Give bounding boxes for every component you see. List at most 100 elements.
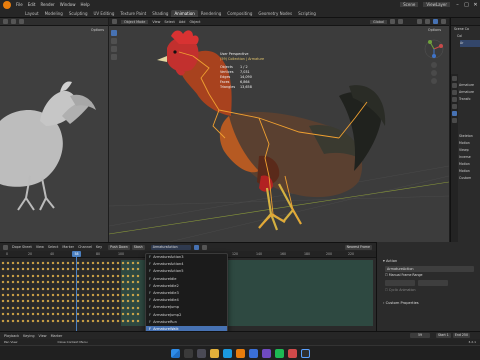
keyframe-diamond[interactable] [6, 267, 10, 271]
dropdown-item[interactable]: F ArmatureIdle2 [146, 283, 227, 290]
keyframe-diamond[interactable] [121, 306, 125, 310]
keyframe-diamond[interactable] [16, 306, 20, 310]
keyframe-diamond[interactable] [106, 312, 110, 316]
keyframe-diamond[interactable] [66, 306, 70, 310]
keyframe-diamond[interactable] [116, 306, 120, 310]
keyframe-diamond[interactable] [76, 287, 80, 291]
keyframe-diamond[interactable] [66, 261, 70, 265]
props-row-5[interactable]: Viewp [459, 147, 480, 154]
keyframe-diamond[interactable] [71, 274, 75, 278]
keyframe-diamond[interactable] [21, 287, 25, 291]
keyframe-diamond[interactable] [131, 280, 135, 284]
keyframe-diamond[interactable] [41, 299, 45, 303]
close-icon[interactable]: ✕ [471, 2, 480, 8]
keyframe-diamond[interactable] [76, 293, 80, 297]
keyframe-diamond[interactable] [31, 319, 35, 323]
keyframe-diamond[interactable] [86, 274, 90, 278]
editor-type-icon[interactable] [3, 19, 8, 24]
keyframe-diamond[interactable] [16, 319, 20, 323]
keyframe-diamond[interactable] [96, 267, 100, 271]
material-shading-icon[interactable] [433, 19, 438, 24]
keyframe-diamond[interactable] [61, 299, 65, 303]
keyframe-diamond[interactable] [51, 293, 55, 297]
props-row-1[interactable]: Armature [459, 89, 480, 96]
keyframe-diamond[interactable] [26, 274, 30, 278]
keyframe-diamond[interactable] [136, 274, 140, 278]
keyframe-diamond[interactable] [6, 287, 10, 291]
keyframe-diamond[interactable] [81, 306, 85, 310]
keyframe-diamond[interactable] [36, 274, 40, 278]
keyframe-diamond[interactable] [86, 261, 90, 265]
keyframe-diamond[interactable] [126, 267, 130, 271]
keyframe-diamond[interactable] [6, 280, 10, 284]
blender-taskbar-icon[interactable] [235, 348, 245, 358]
keyframe-diamond[interactable] [21, 312, 25, 316]
keyframe-diamond[interactable] [26, 312, 30, 316]
keyframe-diamond[interactable] [71, 261, 75, 265]
keyframe-diamond[interactable] [76, 280, 80, 284]
keyframe-diamond[interactable] [116, 261, 120, 265]
keyframe-diamond[interactable] [41, 274, 45, 278]
keyframe-diamond[interactable] [36, 261, 40, 265]
keyframe-diamond[interactable] [101, 306, 105, 310]
keyframe-diamond[interactable] [61, 293, 65, 297]
shading-icon[interactable] [19, 19, 24, 24]
keyframe-diamond[interactable] [116, 299, 120, 303]
keyframe-diamond[interactable] [101, 280, 105, 284]
keyframe-diamond[interactable] [21, 261, 25, 265]
props-row-2[interactable]: Transfo [459, 96, 480, 103]
keyframe-diamond[interactable] [96, 280, 100, 284]
keyframe-diamond[interactable] [11, 299, 15, 303]
view-layer-selector[interactable]: ViewLayer [423, 2, 450, 7]
keyframe-diamond[interactable] [26, 293, 30, 297]
keyframe-diamond[interactable] [106, 319, 110, 323]
menu-edit[interactable]: Edit [28, 2, 36, 7]
keyframe-diamond[interactable] [131, 319, 135, 323]
view-menu-icon[interactable] [11, 19, 16, 24]
keyframe-diamond[interactable] [91, 267, 95, 271]
keyframe-diamond[interactable] [41, 267, 45, 271]
keyframe-diamond[interactable] [41, 319, 45, 323]
keyframe-diamond[interactable] [121, 287, 125, 291]
terminal-icon[interactable] [300, 348, 310, 358]
keyframe-diamond[interactable] [16, 293, 20, 297]
keyframe-diamond[interactable] [136, 287, 140, 291]
dropdown-item[interactable]: F ArmatureRun [146, 319, 227, 326]
keyframe-diamond[interactable] [41, 287, 45, 291]
keyframe-diamond[interactable] [51, 287, 55, 291]
keyframe-diamond[interactable] [111, 293, 115, 297]
dropdown-item[interactable]: F ArmatureIdle3 [146, 290, 227, 297]
keyframe-diamond[interactable] [1, 274, 5, 278]
keyframe-diamond[interactable] [41, 293, 45, 297]
frame-start-field[interactable] [385, 280, 415, 286]
keyframe-diamond[interactable] [51, 312, 55, 316]
keyframe-diamond[interactable] [36, 312, 40, 316]
keyframe-diamond[interactable] [81, 319, 85, 323]
current-frame-field[interactable]: 59 [409, 333, 430, 338]
left-viewport[interactable]: Options [0, 18, 108, 242]
keyframe-diamond[interactable] [91, 293, 95, 297]
keyframe-diamond[interactable] [96, 306, 100, 310]
tab-rendering[interactable]: Rendering [198, 10, 224, 17]
props-row-4[interactable]: Motion [459, 140, 480, 147]
keyframe-diamond[interactable] [1, 299, 5, 303]
tab-compositing[interactable]: Compositing [224, 10, 255, 17]
menu-file[interactable]: File [16, 2, 23, 7]
keyframe-diamond[interactable] [61, 306, 65, 310]
tab-texture-paint[interactable]: Texture Paint [117, 10, 149, 17]
keyframe-diamond[interactable] [91, 312, 95, 316]
dropdown-item[interactable]: F ArmatureAction4 [146, 261, 227, 268]
keyframe-diamond[interactable] [11, 274, 15, 278]
keyframe-diamond[interactable] [126, 293, 130, 297]
keyframe-diamond[interactable] [111, 274, 115, 278]
keyframe-diamond[interactable] [106, 299, 110, 303]
keyframe-diamond[interactable] [11, 319, 15, 323]
keyframe-diamond[interactable] [111, 319, 115, 323]
keyframe-diamond[interactable] [131, 299, 135, 303]
editor-type-icon[interactable] [3, 244, 8, 250]
keyframe-diamond[interactable] [101, 274, 105, 278]
keyframe-diamond[interactable] [26, 299, 30, 303]
keyframe-diamond[interactable] [86, 312, 90, 316]
dropdown-item[interactable]: F ArmatureAction5 [146, 268, 227, 275]
keyframe-diamond[interactable] [81, 287, 85, 291]
